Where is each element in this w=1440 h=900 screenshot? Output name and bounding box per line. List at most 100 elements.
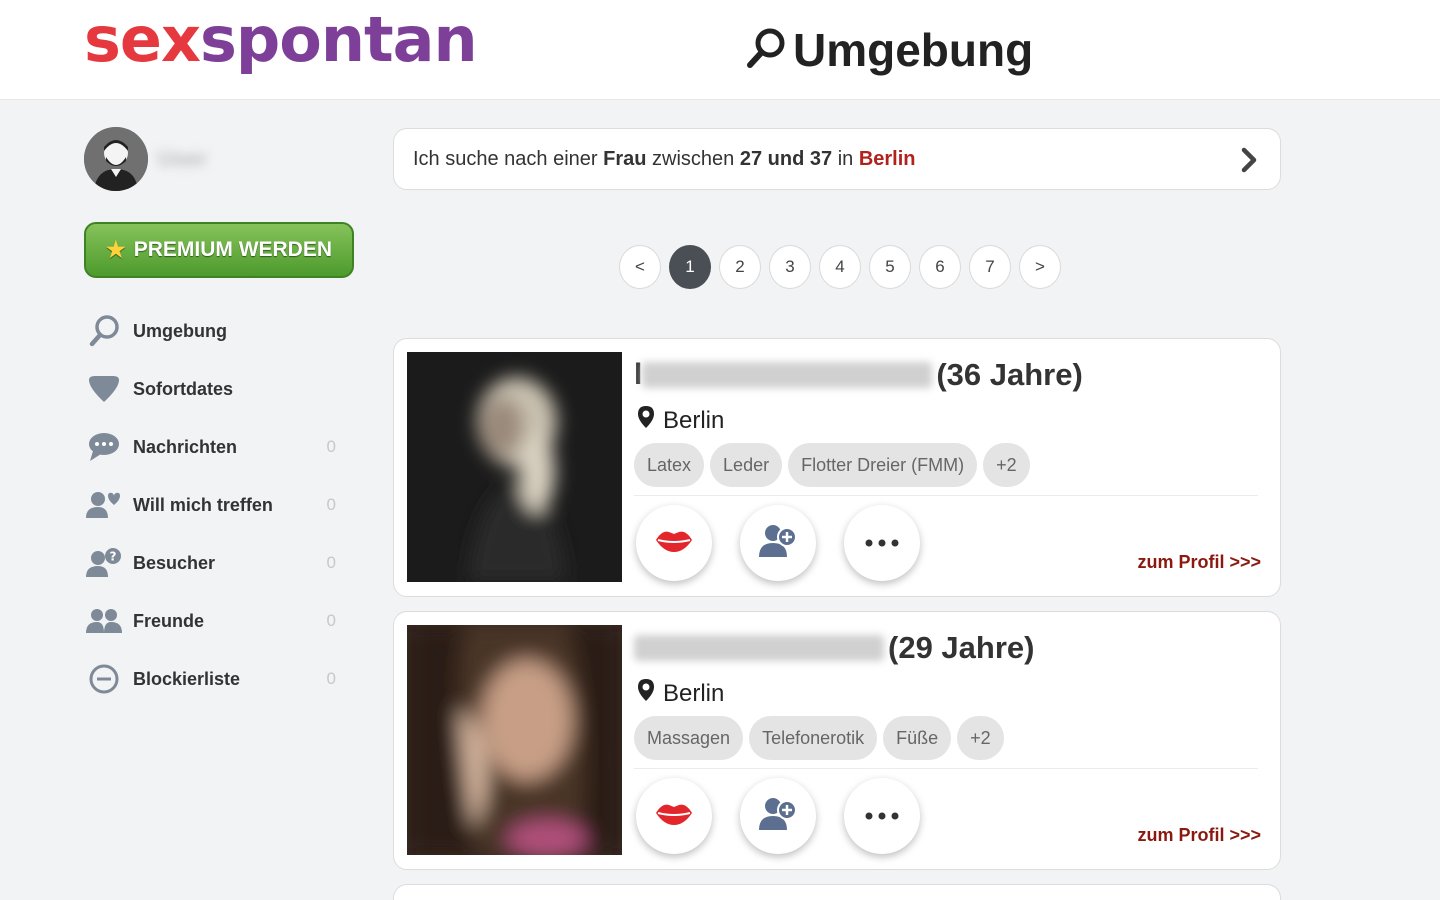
logo-part-2: spontan [199, 3, 478, 76]
sidebar-item-count: 0 [326, 669, 336, 688]
search-in: in [837, 147, 854, 170]
profile-tags: Massagen Telefonerotik Füße +2 [634, 716, 1004, 760]
sidebar-item-label: Blockierliste [133, 668, 241, 689]
user-question-icon: ? [84, 543, 124, 583]
profile-name-blurred [634, 635, 884, 661]
logo-part-1: sex [84, 3, 201, 76]
profile-location: Berlin [637, 405, 724, 436]
more-tags-badge[interactable]: +2 [983, 443, 1030, 487]
star-icon: ★ [105, 237, 126, 262]
profile-card: l (36 Jahre) Berlin Latex Leder Flotter … [393, 338, 1281, 597]
divider [634, 495, 1258, 496]
interest-tag[interactable]: Massagen [634, 716, 744, 760]
map-pin-icon [637, 678, 655, 709]
sidebar-item-label: Umgebung [133, 320, 227, 341]
sidebar-item-sofortdates[interactable]: Sofortdates [84, 360, 344, 418]
more-tags-badge[interactable]: +2 [957, 716, 1004, 760]
lips-icon [654, 528, 694, 559]
profile-card: (29 Jahre) Berlin Massagen Telefonerotik… [393, 611, 1281, 870]
sidebar-item-count: 0 [326, 611, 336, 630]
search-icon [745, 26, 787, 75]
heart-icon [84, 369, 124, 409]
sidebar-item-freunde[interactable]: Freunde 0 [84, 592, 344, 650]
page-next-button[interactable]: > [1019, 245, 1061, 289]
map-pin-icon [637, 405, 655, 436]
profile-name-row[interactable]: l (36 Jahre) [634, 355, 1083, 395]
profile-city: Berlin [663, 406, 725, 434]
profile-name-blurred [642, 362, 933, 388]
premium-label: PREMIUM WERDEN [133, 238, 333, 261]
header: sexspontan Umgebung [0, 0, 1440, 100]
sidebar-item-label: Sofortdates [133, 378, 234, 399]
search-age-range: 27 und 37 [739, 147, 833, 170]
page-button-2[interactable]: 2 [719, 245, 761, 289]
sidebar-item-label: Nachrichten [133, 436, 238, 457]
chat-icon [84, 427, 124, 467]
sidebar-item-will-mich-treffen[interactable]: Will mich treffen 0 [84, 476, 344, 534]
sidebar-item-label: Will mich treffen [133, 494, 273, 515]
user-plus-icon [758, 797, 798, 836]
page-button-1[interactable]: 1 [669, 245, 711, 289]
more-options-button[interactable] [844, 505, 920, 581]
page-heading: Umgebung [745, 22, 1033, 78]
profile-age: (29 Jahre) [888, 630, 1035, 665]
interest-tag[interactable]: Flotter Dreier (FMM) [788, 443, 978, 487]
ellipsis-icon [865, 534, 899, 552]
sidebar-item-umgebung[interactable]: Umgebung [84, 302, 344, 360]
sidebar-item-blockierliste[interactable]: Blockierliste 0 [84, 650, 344, 708]
add-friend-button[interactable] [740, 778, 816, 854]
page-button-4[interactable]: 4 [819, 245, 861, 289]
username[interactable]: User [158, 146, 207, 172]
page-prev-button[interactable]: < [619, 245, 661, 289]
sidebar-item-nachrichten[interactable]: Nachrichten 0 [84, 418, 344, 476]
page-title: Umgebung [793, 24, 1034, 76]
profile-actions [636, 778, 920, 854]
profile-location: Berlin [637, 678, 724, 709]
kiss-button[interactable] [636, 505, 712, 581]
logo[interactable]: sexspontan [84, 0, 478, 80]
search-gender: Frau [603, 147, 647, 170]
page-button-5[interactable]: 5 [869, 245, 911, 289]
pagination: < 1 2 3 4 5 6 7 > [619, 245, 1061, 289]
divider [634, 768, 1258, 769]
user-heart-icon [84, 485, 124, 525]
interest-tag[interactable]: Leder [710, 443, 783, 487]
profile-city: Berlin [663, 679, 725, 707]
search-sentence: Ich suche nach einer Frau zwischen 27 un… [413, 148, 916, 171]
kiss-button[interactable] [636, 778, 712, 854]
block-icon [84, 659, 124, 699]
profile-photo[interactable] [407, 352, 622, 582]
chevron-right-icon[interactable] [1240, 147, 1258, 179]
profile-tags: Latex Leder Flotter Dreier (FMM) +2 [634, 443, 1030, 487]
profile-card [393, 884, 1281, 900]
ellipsis-icon [865, 807, 899, 825]
page-button-3[interactable]: 3 [769, 245, 811, 289]
profile-name-row[interactable]: (29 Jahre) [634, 628, 1034, 668]
to-profile-link[interactable]: zum Profil >>> [1137, 825, 1261, 846]
interest-tag[interactable]: Telefonerotik [749, 716, 878, 760]
to-profile-link[interactable]: zum Profil >>> [1137, 552, 1261, 573]
sidebar-nav: Umgebung Sofortdates Nachrichten 0 Will … [84, 302, 344, 708]
profile-age: (36 Jahre) [936, 357, 1083, 392]
search-prefix: Ich suche nach einer [413, 147, 598, 170]
page-button-7[interactable]: 7 [969, 245, 1011, 289]
user-plus-icon [758, 524, 798, 563]
page-button-6[interactable]: 6 [919, 245, 961, 289]
search-city: Berlin [858, 147, 916, 170]
sidebar-item-label: Freunde [133, 610, 205, 631]
premium-button[interactable]: ★ PREMIUM WERDEN [84, 222, 354, 278]
add-friend-button[interactable] [740, 505, 816, 581]
interest-tag[interactable]: Latex [634, 443, 705, 487]
friends-icon [84, 601, 124, 641]
svg-text:?: ? [110, 550, 117, 564]
more-options-button[interactable] [844, 778, 920, 854]
sidebar-item-besucher[interactable]: ? Besucher 0 [84, 534, 344, 592]
sidebar-item-count: 0 [326, 553, 336, 572]
interest-tag[interactable]: Füße [883, 716, 952, 760]
avatar[interactable] [84, 127, 148, 191]
profile-photo[interactable] [407, 625, 622, 855]
search-filter-bar[interactable]: Ich suche nach einer Frau zwischen 27 un… [393, 128, 1281, 190]
sidebar-item-count: 0 [326, 495, 336, 514]
search-between: zwischen [652, 147, 735, 170]
lips-icon [654, 801, 694, 832]
